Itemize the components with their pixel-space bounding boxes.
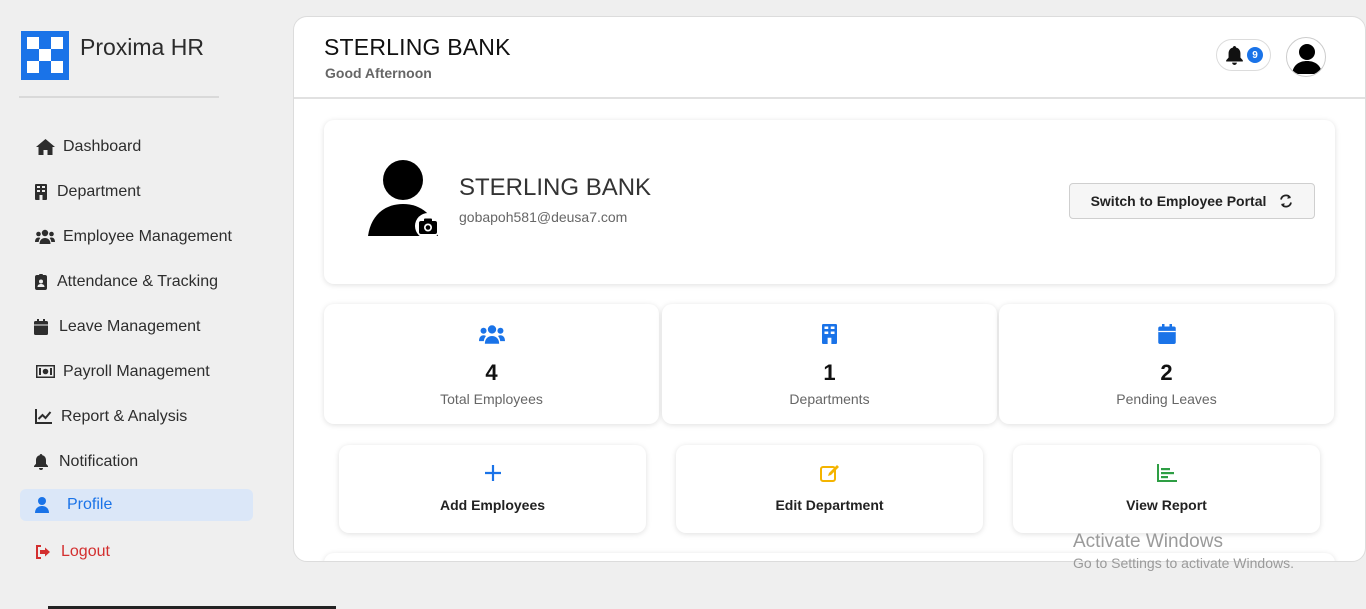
sidebar-item-attendance-tracking[interactable]: Attendance & Tracking <box>20 259 253 304</box>
sidebar-item-dashboard[interactable]: Dashboard <box>20 124 253 169</box>
sidebar-item-label: Department <box>57 182 141 200</box>
camera-icon[interactable] <box>414 213 442 239</box>
user-icon <box>34 497 50 513</box>
sidebar-item-notification[interactable]: Notification <box>20 439 253 484</box>
profile-name: STERLING BANK <box>459 174 652 201</box>
sidebar-item-label: Payroll Management <box>63 362 210 380</box>
sidebar-item-label: Employee Management <box>63 227 232 245</box>
user-avatar-button[interactable] <box>1286 37 1326 77</box>
plus-icon <box>484 465 501 481</box>
building-icon <box>34 183 48 200</box>
home-icon <box>34 138 56 155</box>
notification-button[interactable]: 9 <box>1216 39 1271 71</box>
view-report-button[interactable]: View Report <box>1013 445 1320 533</box>
stat-label: Departments <box>789 391 870 407</box>
users-icon <box>34 229 56 244</box>
action-label: View Report <box>1126 497 1207 513</box>
sidebar-item-label: Logout <box>61 542 110 560</box>
brand-logo-icon <box>21 31 69 80</box>
chart-line-icon <box>34 409 52 424</box>
stat-value: 1 <box>823 360 836 385</box>
chart-icon <box>1156 464 1177 482</box>
action-label: Edit Department <box>775 497 884 513</box>
profile-card: STERLING BANK gobapoh581@deusa7.com Swit… <box>324 120 1335 284</box>
stat-card-pending-leaves: 2 Pending Leaves <box>999 304 1334 424</box>
page-title: STERLING BANK <box>324 34 511 60</box>
sidebar-nav: Dashboard Department Employee Management… <box>20 124 253 574</box>
sidebar: Proxima HR Dashboard Department Employee… <box>0 0 280 609</box>
sidebar-item-label: Notification <box>59 452 139 470</box>
sidebar-item-label: Attendance & Tracking <box>57 272 218 290</box>
calendar-icon <box>1157 324 1176 344</box>
profile-avatar[interactable] <box>368 159 442 239</box>
watermark-title: Activate Windows <box>1073 531 1223 552</box>
money-bill-icon <box>34 365 56 378</box>
sidebar-item-label: Report & Analysis <box>61 407 188 425</box>
brand-name: Proxima HR <box>80 34 204 60</box>
sidebar-item-payroll-management[interactable]: Payroll Management <box>20 349 253 394</box>
sidebar-item-label: Dashboard <box>63 137 142 155</box>
add-employees-button[interactable]: Add Employees <box>339 445 646 533</box>
stat-card-departments: 1 Departments <box>662 304 997 424</box>
bell-icon <box>1226 45 1243 65</box>
edit-department-button[interactable]: Edit Department <box>676 445 983 533</box>
sidebar-item-leave-management[interactable]: Leave Management <box>20 304 253 349</box>
watermark-subtitle: Go to Settings to activate Windows. <box>1073 555 1294 571</box>
sidebar-divider <box>19 96 219 98</box>
stat-label: Total Employees <box>440 391 543 407</box>
bell-icon <box>34 453 48 470</box>
notification-count-badge: 9 <box>1247 47 1263 63</box>
edit-icon <box>819 465 839 482</box>
sidebar-item-employee-management[interactable]: Employee Management <box>20 214 253 259</box>
main-panel: STERLING BANK Good Afternoon 9 STERLING … <box>293 16 1366 562</box>
stat-value: 4 <box>485 360 498 385</box>
activate-windows-watermark: Activate Windows Go to Settings to activ… <box>1073 531 1294 571</box>
sidebar-item-label: Profile <box>67 496 113 513</box>
building-icon <box>822 324 837 344</box>
sidebar-item-report-analysis[interactable]: Report & Analysis <box>20 394 253 439</box>
brand[interactable]: Proxima HR <box>21 31 204 80</box>
top-header: STERLING BANK Good Afternoon 9 <box>294 17 1365 99</box>
stat-label: Pending Leaves <box>1116 391 1217 407</box>
sidebar-item-logout[interactable]: Logout <box>20 529 253 574</box>
profile-email: gobapoh581@deusa7.com <box>459 209 628 225</box>
action-label: Add Employees <box>439 497 546 513</box>
stat-card-total-employees: 4 Total Employees <box>324 304 659 424</box>
id-badge-icon <box>34 273 48 290</box>
switch-to-employee-portal-button[interactable]: Switch to Employee Portal <box>1069 183 1315 219</box>
sidebar-item-label: Leave Management <box>59 317 201 335</box>
greeting-text: Good Afternoon <box>325 65 432 81</box>
sync-icon <box>1279 194 1293 208</box>
sidebar-item-department[interactable]: Department <box>20 169 253 214</box>
calendar-icon <box>34 318 48 335</box>
users-icon <box>478 325 505 344</box>
switch-button-label: Switch to Employee Portal <box>1090 193 1267 209</box>
stat-value: 2 <box>1160 360 1173 385</box>
sign-out-icon <box>34 544 52 559</box>
sidebar-item-profile[interactable]: Profile <box>20 489 253 521</box>
avatar-icon <box>1292 44 1322 74</box>
